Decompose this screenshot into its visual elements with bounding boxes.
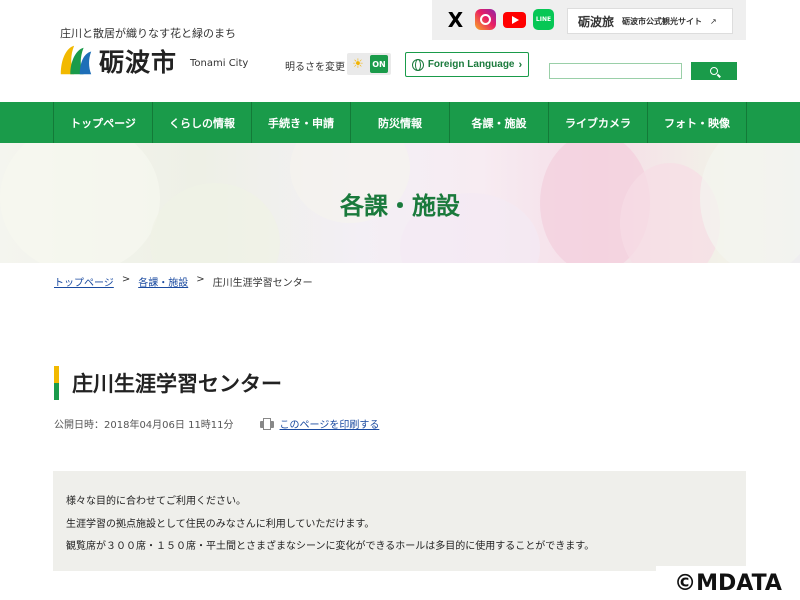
x-icon[interactable]: X xyxy=(445,8,466,32)
global-nav: トップページ くらしの情報 手続き・申請 防災情報 各課・施設 ライブカメラ フ… xyxy=(0,102,800,143)
nav-item-live-camera[interactable]: ライブカメラ xyxy=(549,102,648,143)
logo-text: 砺波市 xyxy=(99,48,178,77)
page-title-block: 庄川生涯学習センター xyxy=(54,366,282,400)
breadcrumb-link-top[interactable]: トップページ xyxy=(54,274,114,289)
printer-icon xyxy=(259,417,274,430)
sun-icon: ☀ xyxy=(352,56,364,72)
intro-box: 様々な目的に合わせてご利用ください。 生涯学習の拠点施設として住民のみなさんに利… xyxy=(53,471,746,571)
foreign-language-button[interactable]: Foreign Language › xyxy=(405,52,529,77)
youtube-icon[interactable] xyxy=(503,12,526,28)
brightness-label: 明るさを変更 xyxy=(285,62,345,73)
nav-item-photo-video[interactable]: フォト・映像 xyxy=(648,102,747,143)
nav-item-disaster[interactable]: 防災情報 xyxy=(351,102,450,143)
external-link-icon: ↗ xyxy=(710,16,717,26)
site-tagline: 庄川と散居が織りなす花と緑のまち xyxy=(60,27,236,40)
breadcrumb-separator: > xyxy=(196,274,205,285)
brightness-state: ON xyxy=(370,55,388,73)
nav-item-top[interactable]: トップページ xyxy=(54,102,153,143)
instagram-icon[interactable] xyxy=(475,9,496,30)
intro-line: 生涯学習の拠点施設として住民のみなさんに利用していただけます。 xyxy=(66,518,375,530)
tourism-text: 砺波市公式観光サイト xyxy=(622,16,703,26)
site-header: 庄川と散居が織りなす花と緑のまち 砺波市 Tonami City 明るさを変更 … xyxy=(0,0,800,102)
breadcrumb-separator: > xyxy=(121,274,131,285)
copyright-watermark: ©MDATA xyxy=(656,566,800,600)
search-input[interactable] xyxy=(549,63,682,79)
breadcrumb: トップページ > 各課・施設 > 庄川生涯学習センター xyxy=(54,274,313,289)
published-date: 公開日時：2018年04月06日 11時11分 xyxy=(54,420,234,431)
page-meta: 公開日時：2018年04月06日 11時11分 このページを印刷する xyxy=(54,416,379,431)
search-button[interactable] xyxy=(691,62,737,80)
site-logo[interactable]: 砺波市 xyxy=(57,42,177,80)
print-page-link[interactable]: このページを印刷する xyxy=(280,416,380,431)
nav-item-procedures[interactable]: 手続き・申請 xyxy=(252,102,351,143)
city-emblem-icon xyxy=(60,45,92,75)
brightness-toggle[interactable]: ☀ ON xyxy=(347,53,391,75)
hero-title: 各課・施設 xyxy=(340,192,460,220)
nav-item-departments[interactable]: 各課・施設 xyxy=(450,102,549,143)
intro-line: 観覧席が３００席・１５０席・平土間とさまざまなシーンに変化ができるホールは多目的… xyxy=(66,541,595,552)
globe-icon xyxy=(411,58,424,71)
nav-item-living[interactable]: くらしの情報 xyxy=(153,102,252,143)
hero-banner: 各課・施設 xyxy=(0,143,800,263)
breadcrumb-link-departments[interactable]: 各課・施設 xyxy=(138,274,188,289)
chevron-right-icon: › xyxy=(518,58,523,71)
page-title: 庄川生涯学習センター xyxy=(72,372,282,396)
breadcrumb-current: 庄川生涯学習センター xyxy=(212,278,313,289)
foreign-language-label: Foreign Language xyxy=(427,59,515,70)
search-icon xyxy=(710,67,718,75)
title-accent-bar xyxy=(54,366,59,400)
logo-english: Tonami City xyxy=(190,58,249,69)
tourism-site-link[interactable]: 砺波旅 砺波市公式観光サイト ↗ xyxy=(567,8,733,34)
line-icon[interactable]: LINE xyxy=(533,9,554,30)
intro-line: 様々な目的に合わせてご利用ください。 xyxy=(66,496,246,507)
tourism-logo: 砺波旅 xyxy=(578,14,615,29)
